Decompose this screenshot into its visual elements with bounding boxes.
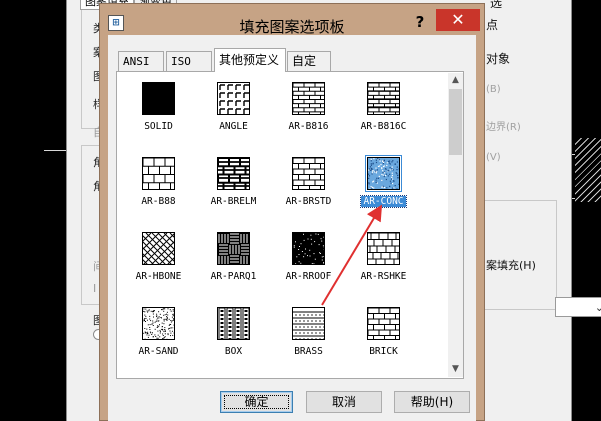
pattern-cell-ar-b816c[interactable]: AR-B816C	[346, 74, 421, 149]
pattern-panel: SOLID ANGLE AR-B816 AR-B816C AR-B88 AR-BRELM A…	[116, 71, 464, 379]
pattern-cell-solid[interactable]: SOLID	[121, 74, 196, 149]
pattern-label: AR-RSHKE	[346, 270, 421, 283]
pattern-name: AR-BRELM	[210, 196, 257, 207]
pattern-label: AR-BRELM	[196, 195, 271, 208]
cancel-button[interactable]: 取消	[306, 391, 382, 413]
ok-button[interactable]: 确定	[220, 391, 293, 413]
ar-conc-pattern-icon	[365, 155, 402, 192]
pattern-name: AR-B88	[141, 196, 176, 207]
pattern-label: AR-SAND	[121, 345, 196, 358]
pattern-cell-ar-sand[interactable]: AR-SAND	[121, 299, 196, 374]
pattern-cell-ar-parq1[interactable]: AR-PARQ1	[196, 224, 271, 299]
ar-rroof-pattern-icon	[292, 232, 325, 265]
pattern-label: AR-HBONE	[121, 270, 196, 283]
ar-b816c-pattern-icon	[367, 82, 400, 115]
scroll-down-icon[interactable]: ▼	[448, 362, 463, 377]
pattern-name: AR-RROOF	[285, 271, 332, 282]
ok-button-label: 确定	[221, 392, 292, 412]
ar-brstd-pattern-icon	[292, 157, 325, 190]
pattern-label: AR-PARQ1	[196, 270, 271, 283]
ar-hbone-pattern-icon	[142, 232, 175, 265]
pattern-label: BRICK	[346, 345, 421, 358]
pattern-name: AR-B816	[288, 121, 329, 132]
help-button[interactable]: 帮助(H)	[394, 391, 470, 413]
pattern-label: AR-BRSTD	[271, 195, 346, 208]
tab-ansi[interactable]: ANSI	[118, 51, 164, 71]
angle-pattern-icon	[217, 82, 250, 115]
parent-select-objects[interactable]: 对象	[486, 50, 510, 67]
ar-sand-pattern-icon	[142, 307, 175, 340]
pattern-cell-ar-hbone[interactable]: AR-HBONE	[121, 224, 196, 299]
pattern-label: AR-B816	[271, 120, 346, 133]
title-help-button[interactable]: ?	[408, 12, 432, 32]
ar-b816-pattern-icon	[292, 82, 325, 115]
scroll-up-icon[interactable]: ▲	[448, 73, 463, 88]
ar-brelm-pattern-icon	[217, 157, 250, 190]
pattern-name: AR-HBONE	[135, 271, 182, 282]
pattern-name: BOX	[224, 346, 243, 357]
close-button[interactable]: ✕	[436, 9, 480, 31]
pattern-cell-ar-brstd[interactable]: AR-BRSTD	[271, 149, 346, 224]
brick-pattern-icon	[367, 307, 400, 340]
brass-pattern-icon	[292, 307, 325, 340]
pattern-name: BRASS	[294, 346, 323, 357]
tab-other-predefined[interactable]: 其他预定义	[214, 48, 286, 72]
parent-add-label: 选	[490, 0, 503, 10]
pattern-name: ANGLE	[219, 121, 248, 132]
pattern-name: AR-BRSTD	[285, 196, 332, 207]
pattern-cell-brass[interactable]: BRASS	[271, 299, 346, 374]
pattern-cell-box[interactable]: BOX	[196, 299, 271, 374]
pattern-name: AR-PARQ1	[210, 271, 257, 282]
parent-pick-points[interactable]: 点	[486, 16, 498, 33]
cad-hatch-preview	[575, 138, 601, 202]
pattern-label: AR-B816C	[346, 120, 421, 133]
box-pattern-icon	[217, 307, 250, 340]
ar-rshke-pattern-icon	[367, 232, 400, 265]
pattern-label: AR-CONC	[346, 195, 421, 208]
draw-order-combo[interactable]: ⌄	[555, 297, 601, 317]
parent-recreate-boundary: 边界(R)	[486, 122, 521, 133]
scroll-thumb[interactable]	[449, 89, 462, 155]
pattern-cell-ar-brelm[interactable]: AR-BRELM	[196, 149, 271, 224]
pattern-name: AR-CONC	[360, 195, 407, 208]
pattern-cell-ar-b816[interactable]: AR-B816	[271, 74, 346, 149]
pattern-name: SOLID	[144, 121, 173, 132]
pattern-label: ANGLE	[196, 120, 271, 133]
parent-remove-boundary: (B)	[486, 84, 501, 95]
pattern-label: BOX	[196, 345, 271, 358]
title-bar[interactable]: ⊞ 填充图案选项板 ? ✕	[100, 4, 484, 36]
ar-parq1-pattern-icon	[217, 232, 250, 265]
parent-view-selections: (V)	[486, 152, 501, 163]
solid-pattern-icon	[142, 82, 175, 115]
pattern-name: BRICK	[369, 346, 398, 357]
pattern-label: SOLID	[121, 120, 196, 133]
pattern-label: AR-B88	[121, 195, 196, 208]
pattern-cell-ar-b88[interactable]: AR-B88	[121, 149, 196, 224]
pattern-cell-brick[interactable]: BRICK	[346, 299, 421, 374]
pattern-name: AR-B816C	[360, 121, 407, 132]
pattern-cell-angle[interactable]: ANGLE	[196, 74, 271, 149]
hatch-pattern-palette-dialog: ⊞ 填充图案选项板 ? ✕ ANSI ISO 其他预定义 自定义 SOLIDAN…	[99, 3, 485, 421]
parent-separate-hatch[interactable]: 案填充(H)	[486, 257, 536, 273]
pattern-cell-ar-rroof[interactable]: AR-RROOF	[271, 224, 346, 299]
dialog-client-area: ANSI ISO 其他预定义 自定义 SOLID ANGLE AR-B816 AR-B…	[108, 35, 476, 421]
pattern-name: AR-RSHKE	[360, 271, 407, 282]
pattern-label: AR-RROOF	[271, 270, 346, 283]
tab-custom[interactable]: 自定义	[287, 51, 331, 87]
parent-label-iso: I	[93, 282, 97, 295]
tab-iso[interactable]: ISO	[166, 51, 212, 71]
pattern-label: BRASS	[271, 345, 346, 358]
pattern-grid: SOLID ANGLE AR-B816 AR-B816C AR-B88 AR-BRELM A…	[119, 74, 446, 374]
pattern-cell-ar-rshke[interactable]: AR-RSHKE	[346, 224, 421, 299]
pattern-scrollbar[interactable]: ▲ ▼	[448, 73, 463, 377]
pattern-cell-ar-conc[interactable]: AR-CONC	[346, 149, 421, 224]
pattern-name: AR-SAND	[138, 346, 179, 357]
ar-b88-pattern-icon	[142, 157, 175, 190]
